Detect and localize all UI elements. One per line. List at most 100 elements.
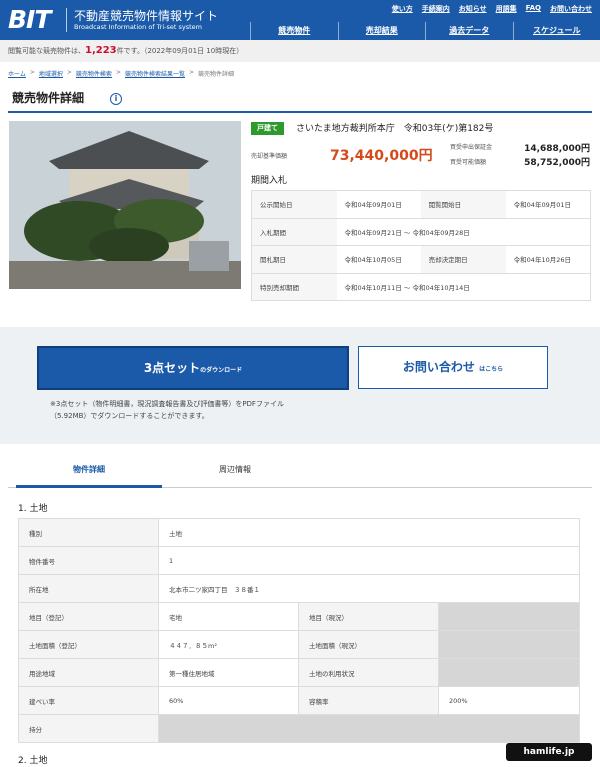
sale-method: 期間入札 xyxy=(251,176,288,186)
table-row: 土地面積（登記） ４４７．８５m² 土地面積（現況） xyxy=(18,630,580,659)
util-link-howto[interactable]: 使い方 xyxy=(392,4,413,14)
property-count: 1,223 xyxy=(85,45,117,56)
land-key: 土地面積（現況） xyxy=(298,630,439,659)
schedule-key: 特別売却期間 xyxy=(251,273,337,301)
util-link-procedure[interactable]: 手続案内 xyxy=(422,4,450,14)
page-title: 競売物件詳細 xyxy=(12,91,85,105)
court-case-number: さいたま地方裁判所本庁 令和03年(ケ)第182号 xyxy=(296,124,494,134)
info-icon[interactable]: i xyxy=(110,93,122,105)
table-row: 用途地域 第一種住居地域 土地の利用状況 xyxy=(18,658,580,687)
schedule-value: 令和04年09月01日 xyxy=(505,190,591,219)
title-underline xyxy=(8,111,592,113)
breadcrumb-home[interactable]: ホーム xyxy=(8,69,26,78)
min-price-label: 買受可能価額 xyxy=(450,159,487,166)
land-value: 200% xyxy=(438,686,580,715)
schedule-key: 入札期間 xyxy=(251,218,337,246)
util-link-faq[interactable]: FAQ xyxy=(526,4,541,14)
table-row: 地目（登記） 宅地 地目（現況） xyxy=(18,602,580,631)
table-row: 建ぺい率 60% 容積率 200% xyxy=(18,686,580,715)
land-key: 地目（現況） xyxy=(298,602,439,631)
logo-divider xyxy=(66,8,67,32)
schedule-value: 令和04年10月05日 xyxy=(336,245,421,274)
land-key: 容積率 xyxy=(298,686,439,715)
base-price-label: 売却基準価額 xyxy=(251,153,288,160)
section-heading: 1. 土地 xyxy=(18,504,48,514)
min-price-value: 58,752,000円 xyxy=(524,158,590,168)
land-key: 土地面積（登記） xyxy=(18,630,159,659)
site-subtitle: Broadcast Information of Tri-set system xyxy=(74,23,202,31)
property-photo[interactable] xyxy=(9,121,241,289)
breadcrumb-results[interactable]: 競売物件検索結果一覧 xyxy=(125,69,185,78)
land-value: 土地 xyxy=(158,518,580,547)
download-button-sublabel: のダウンロード xyxy=(200,367,243,374)
table-row: 特別売却期間 令和04年10月11日 〜 令和04年10月14日 xyxy=(251,273,591,301)
schedule-value: 令和04年09月01日 xyxy=(336,190,421,219)
site-title: 不動産競売物件情報サイト xyxy=(74,9,219,23)
property-type-badge: 戸建て xyxy=(251,122,284,135)
download-note-line: ※3点セット（物件明細書，現況調査報告書及び評価書等）をPDFファイル xyxy=(50,400,284,408)
detail-tabs: 物件詳細 周辺情報 xyxy=(8,455,592,488)
download-button-label: 3点セット xyxy=(143,361,201,375)
base-price: 73,440,000円 xyxy=(330,148,433,164)
schedule-value: 令和04年09月21日 〜 令和04年09月28日 xyxy=(336,218,591,246)
table-row: 物件番号 1 xyxy=(18,546,580,575)
land-value xyxy=(438,658,580,687)
land-value: 1 xyxy=(158,546,580,575)
bit-logo[interactable]: BIT xyxy=(8,5,51,34)
count-prefix: 閲覧可能な競売物件は、 xyxy=(8,47,85,55)
nav-auction-properties[interactable]: 競売物件 xyxy=(250,22,338,40)
contact-button-label: お問い合わせ xyxy=(402,360,475,374)
download-3set-button[interactable]: 3点セットのダウンロード xyxy=(37,346,349,390)
util-link-contact[interactable]: お問い合わせ xyxy=(550,4,592,14)
nav-sale-results[interactable]: 売却結果 xyxy=(337,22,426,40)
land-table: 種別 土地 物件番号 1 所在地 北本市二ツ家四丁目 ３８番１ 地目（登記） 宅… xyxy=(18,518,580,743)
breadcrumb-region[interactable]: 地域選択 xyxy=(39,69,63,78)
schedule-value: 令和04年10月11日 〜 令和04年10月14日 xyxy=(336,273,591,301)
site-header: BIT 不動産競売物件情報サイト Broadcast Information o… xyxy=(0,0,600,40)
table-row: 開札期日 令和04年10月05日 売却決定期日 令和04年10月26日 xyxy=(251,245,591,274)
breadcrumb-current: 競売物件詳細 xyxy=(198,71,235,78)
tab-surroundings[interactable]: 周辺情報 xyxy=(162,455,308,488)
table-row: 公示開始日 令和04年09月01日 閲覧開始日 令和04年09月01日 xyxy=(251,190,591,219)
land-key: 種別 xyxy=(18,518,159,547)
deposit-label: 買受申出保証金 xyxy=(450,144,493,151)
util-link-glossary[interactable]: 用語集 xyxy=(496,4,517,14)
land-value: 宅地 xyxy=(158,602,299,631)
breadcrumb-search[interactable]: 競売物件検索 xyxy=(76,69,112,78)
download-area: 3点セットのダウンロード お問い合わせ はこちら ※3点セット（物件明細書，現況… xyxy=(0,327,600,444)
land-key: 建ぺい率 xyxy=(18,686,159,715)
land-value xyxy=(438,630,580,659)
land-value: 60% xyxy=(158,686,299,715)
watermark-logo: hamlife.jp xyxy=(506,743,592,761)
house-illustration xyxy=(9,121,241,289)
schedule-key: 公示開始日 xyxy=(251,190,337,219)
land-value xyxy=(438,602,580,631)
land-key: 地目（登記） xyxy=(18,602,159,631)
table-row: 入札期間 令和04年09月21日 〜 令和04年09月28日 xyxy=(251,218,591,246)
util-link-news[interactable]: お知らせ xyxy=(459,4,487,14)
schedule-table: 公示開始日 令和04年09月01日 閲覧開始日 令和04年09月01日 入札期間… xyxy=(251,190,591,301)
land-key: 土地の利用状況 xyxy=(298,658,439,687)
table-row: 所在地 北本市二ツ家四丁目 ３８番１ xyxy=(18,574,580,603)
land-value: 第一種住居地域 xyxy=(158,658,299,687)
table-row: 持分 xyxy=(18,714,580,743)
land-key: 物件番号 xyxy=(18,546,159,575)
nav-past-data[interactable]: 過去データ xyxy=(425,22,513,40)
contact-button[interactable]: お問い合わせ はこちら xyxy=(358,346,548,389)
land-key: 持分 xyxy=(18,714,159,743)
download-note-line: （5.92MB）でダウンロードすることができます。 xyxy=(50,412,209,420)
schedule-key: 開札期日 xyxy=(251,245,337,274)
land-value: 北本市二ツ家四丁目 ３８番１ xyxy=(158,574,580,603)
count-suffix: 件です。（2022年09月01日 10時現在） xyxy=(116,47,244,55)
section-heading: 2. 土地 xyxy=(18,756,48,766)
schedule-key: 閲覧開始日 xyxy=(420,190,506,219)
nav-schedule[interactable]: スケジュール xyxy=(512,22,600,40)
land-key: 用途地域 xyxy=(18,658,159,687)
tab-property-detail[interactable]: 物件詳細 xyxy=(16,455,162,488)
deposit-value: 14,688,000円 xyxy=(524,144,590,154)
land-key: 所在地 xyxy=(18,574,159,603)
table-row: 種別 土地 xyxy=(18,518,580,547)
main-nav: 競売物件 売却結果 過去データ スケジュール xyxy=(250,22,600,40)
download-note: ※3点セット（物件明細書，現況調査報告書及び評価書等）をPDFファイル （5.9… xyxy=(50,398,284,422)
property-count-bar: 閲覧可能な競売物件は、1,223件です。（2022年09月01日 10時現在） xyxy=(0,40,600,62)
